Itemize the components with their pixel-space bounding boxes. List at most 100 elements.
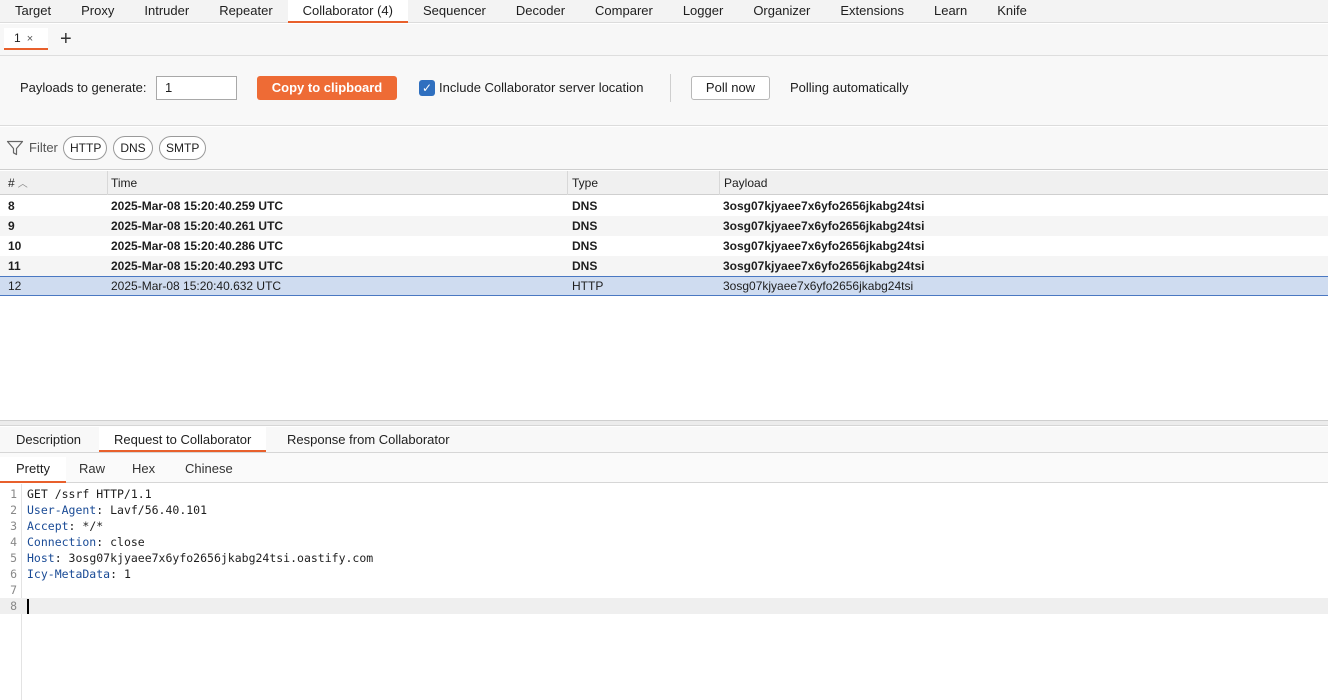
column-header-payload[interactable]: Payload (720, 171, 1328, 195)
tab-extensions[interactable]: Extensions (825, 0, 919, 23)
polling-status: Polling automatically (790, 80, 909, 95)
tab-raw[interactable]: Raw (63, 457, 121, 483)
instance-tab-label: 1 (14, 31, 21, 45)
row-payload: 3osg07kjyaee7x6yfo2656jkabg24tsi (723, 259, 925, 273)
instance-tab-1[interactable]: 1 × (4, 28, 48, 50)
payloads-label: Payloads to generate: (20, 80, 147, 95)
tab-collaborator[interactable]: Collaborator (4) (287, 0, 408, 23)
table-header: # ︿ Time Type Payload (0, 171, 1328, 195)
top-tab-bar: Target Proxy Intruder Repeater Collabora… (0, 0, 1328, 23)
filter-bar: Filter HTTP DNS SMTP (0, 127, 1328, 170)
tab-sequencer[interactable]: Sequencer (408, 0, 501, 23)
table-row[interactable]: 10 2025-Mar-08 15:20:40.286 UTC DNS 3osg… (0, 236, 1328, 256)
row-number: 9 (8, 219, 15, 233)
poll-now-button[interactable]: Poll now (691, 76, 770, 100)
tab-learn[interactable]: Learn (919, 0, 982, 23)
column-header-number[interactable]: # ︿ (4, 171, 108, 195)
line-number: 1 (10, 487, 17, 501)
filter-chip-dns[interactable]: DNS (113, 136, 153, 160)
header-value: : */* (68, 519, 104, 533)
table-row[interactable]: 11 2025-Mar-08 15:20:40.293 UTC DNS 3osg… (0, 256, 1328, 276)
code-line-current: 8 (0, 598, 1328, 614)
code-line: 2 User-Agent: Lavf/56.40.101 (0, 502, 1328, 518)
tab-comparer[interactable]: Comparer (580, 0, 668, 23)
include-server-location-checkbox[interactable]: ✓ (419, 80, 435, 96)
tab-intruder[interactable]: Intruder (129, 0, 204, 23)
tab-request-to-collaborator[interactable]: Request to Collaborator (99, 427, 267, 452)
request-editor[interactable]: 1 GET /ssrf HTTP/1.1 2 User-Agent: Lavf/… (0, 484, 1328, 700)
code-line: 7 (0, 582, 1328, 598)
code-line: 5 Host: 3osg07kjyaee7x6yfo2656jkabg24tsi… (0, 550, 1328, 566)
row-time: 2025-Mar-08 15:20:40.259 UTC (111, 199, 284, 213)
row-number: 10 (8, 239, 22, 253)
detail-tabs: Description Request to Collaborator Resp… (0, 427, 1328, 453)
tab-logger[interactable]: Logger (668, 0, 738, 23)
tab-chinese[interactable]: Chinese (169, 457, 249, 483)
interactions-table: # ︿ Time Type Payload 8 2025-Mar-08 15:20… (0, 171, 1328, 421)
row-payload: 3osg07kjyaee7x6yfo2656jkabg24tsi (723, 279, 914, 293)
collaborator-toolbar: Payloads to generate: 1 Copy to clipboar… (0, 56, 1328, 126)
line-number: 5 (10, 551, 17, 565)
filter-chip-http[interactable]: HTTP (63, 136, 107, 160)
tab-pretty[interactable]: Pretty (0, 457, 66, 483)
payloads-count-input[interactable]: 1 (156, 76, 237, 100)
tab-knife[interactable]: Knife (982, 0, 1042, 23)
header-value: : close (96, 535, 145, 549)
code-line: 6 Icy-MetaData: 1 (0, 566, 1328, 582)
header-value: : Lavf/56.40.101 (96, 503, 208, 517)
column-header-type[interactable]: Type (568, 171, 720, 195)
code-line: 1 GET /ssrf HTTP/1.1 (0, 486, 1328, 502)
header-value: : 3osg07kjyaee7x6yfo2656jkabg24tsi.oasti… (54, 551, 374, 565)
row-type: DNS (572, 219, 598, 233)
tab-organizer[interactable]: Organizer (738, 0, 825, 23)
tab-proxy[interactable]: Proxy (66, 0, 129, 23)
line-number: 8 (10, 599, 17, 613)
table-row[interactable]: 8 2025-Mar-08 15:20:40.259 UTC DNS 3osg0… (0, 196, 1328, 216)
filter-icon[interactable] (6, 139, 24, 157)
header-key: Accept (27, 519, 69, 533)
filter-label[interactable]: Filter (29, 140, 58, 156)
tab-target[interactable]: Target (0, 0, 66, 23)
table-row-selected[interactable]: 12 2025-Mar-08 15:20:40.632 UTC HTTP 3os… (0, 276, 1328, 296)
header-key: Host (27, 551, 55, 565)
tab-description[interactable]: Description (1, 427, 96, 452)
row-time: 2025-Mar-08 15:20:40.261 UTC (111, 219, 284, 233)
close-icon[interactable]: × (27, 33, 33, 45)
pane-splitter[interactable] (0, 421, 1328, 426)
add-tab-icon[interactable]: + (60, 28, 72, 50)
table-row[interactable]: 9 2025-Mar-08 15:20:40.261 UTC DNS 3osg0… (0, 216, 1328, 236)
sort-ascending-icon: ︿ (17, 179, 28, 190)
toolbar-divider (670, 74, 671, 102)
row-payload: 3osg07kjyaee7x6yfo2656jkabg24tsi (723, 239, 925, 253)
code-line: 3 Accept: */* (0, 518, 1328, 534)
copy-to-clipboard-button[interactable]: Copy to clipboard (257, 76, 397, 100)
code-line: 4 Connection: close (0, 534, 1328, 550)
row-time: 2025-Mar-08 15:20:40.632 UTC (111, 279, 282, 293)
line-number: 4 (10, 535, 17, 549)
row-type: HTTP (572, 279, 604, 293)
message-view-tabs: Pretty Raw Hex Chinese (0, 453, 1328, 483)
filter-chip-smtp[interactable]: SMTP (159, 136, 206, 160)
line-number: 6 (10, 567, 17, 581)
header-value: : 1 (110, 567, 131, 581)
text-caret (27, 599, 29, 614)
tab-repeater[interactable]: Repeater (204, 0, 287, 23)
tab-hex[interactable]: Hex (116, 457, 171, 483)
row-payload: 3osg07kjyaee7x6yfo2656jkabg24tsi (723, 199, 925, 213)
header-key: User-Agent (27, 503, 97, 517)
row-time: 2025-Mar-08 15:20:40.293 UTC (111, 259, 284, 273)
header-key: Icy-MetaData (27, 567, 111, 581)
row-type: DNS (572, 199, 598, 213)
row-number: 8 (8, 199, 15, 213)
row-time: 2025-Mar-08 15:20:40.286 UTC (111, 239, 284, 253)
tab-decoder[interactable]: Decoder (501, 0, 580, 23)
column-header-time[interactable]: Time (107, 171, 568, 195)
header-value: GET /ssrf HTTP/1.1 (27, 487, 152, 501)
line-number: 7 (10, 583, 17, 597)
tab-response-from-collaborator[interactable]: Response from Collaborator (272, 427, 465, 452)
row-number: 11 (8, 259, 21, 273)
line-number: 3 (10, 519, 17, 533)
row-payload: 3osg07kjyaee7x6yfo2656jkabg24tsi (723, 219, 925, 233)
include-server-location-label: Include Collaborator server location (439, 80, 644, 95)
line-number: 2 (10, 503, 17, 517)
